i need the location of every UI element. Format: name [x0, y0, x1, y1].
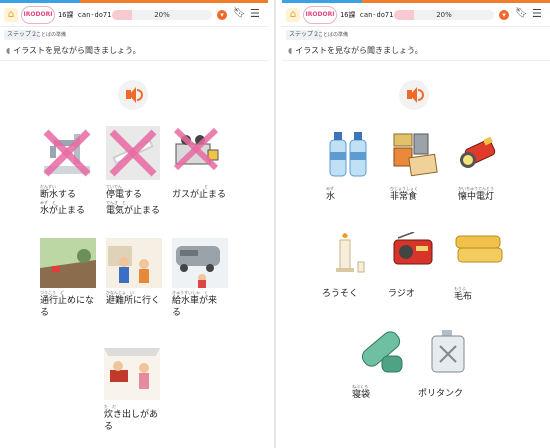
label-water-truck: きゅうすいしゃ く 給水車が来 る [172, 290, 218, 318]
step-sub: ことばの準備 [318, 32, 349, 38]
instruction: ◖ イラストを見ながら聞きましょう。 [288, 45, 423, 56]
step-bar: ステップ２ ことばの準備 [0, 28, 268, 42]
illust-power-outage[interactable] [106, 126, 160, 180]
progress-text: 20% [436, 11, 452, 19]
lesson-title: 16課 can-do71 [340, 11, 394, 19]
app-header: ⌂ IRODORI 16課 can-do71 20% ▾ 🔖︎ ☰ [282, 3, 550, 27]
label-water-stop: だんすい 断水する みず と 水が止まる [40, 184, 86, 216]
home-icon[interactable]: ⌂ [286, 8, 300, 22]
step-label: ステップ２ [4, 30, 41, 40]
illust-water-truck[interactable] [172, 238, 228, 288]
step-sub: ことばの準備 [36, 32, 67, 38]
lesson-title: 16課 can-do71 [58, 11, 112, 19]
label-radio: ラジオ [388, 289, 415, 299]
step-label: ステップ２ [286, 30, 323, 40]
instruction: ◖ イラストを見ながら聞きましょう。 [6, 45, 141, 56]
illust-evacuation[interactable] [106, 238, 162, 288]
bookmark-icon[interactable]: 🔖︎ [515, 8, 528, 19]
label-emergency-food: ひじょうしょく 非常食 [390, 186, 418, 202]
label-gas-stop: と ガスが止まる [172, 184, 227, 200]
speaker-button[interactable] [118, 80, 148, 110]
menu-icon[interactable]: ☰ [250, 7, 260, 20]
illust-water[interactable] [326, 130, 372, 178]
illust-sleeping-bag[interactable] [354, 326, 408, 380]
ear-icon: ◖ [6, 46, 11, 55]
label-water-tank: ポリタンク [418, 389, 464, 399]
irodori-logo: IRODORI [303, 6, 337, 24]
bookmark-icon[interactable]: 🔖︎ [233, 8, 246, 19]
illust-radio[interactable] [390, 232, 436, 268]
label-power-outage: ていでん 停電する でんき と 電気が止まる [106, 184, 161, 216]
hint-icon[interactable]: ▾ [217, 10, 227, 20]
illust-water-stop[interactable] [40, 126, 94, 180]
step-bar: ステップ２ ことばの準備 [282, 28, 550, 42]
illust-flashlight[interactable] [458, 130, 504, 176]
ear-icon: ◖ [288, 46, 293, 55]
label-soup-kitchen: た だ 炊き出しがあ る [104, 404, 159, 432]
illust-candle[interactable] [332, 230, 368, 276]
illust-emergency-food[interactable] [390, 130, 440, 178]
app-header: ⌂ IRODORI 16課 can-do71 20% ▾ 🔖︎ ☰ [0, 3, 268, 27]
instruction-text: イラストを見ながら聞きましょう。 [13, 46, 141, 55]
pane-divider [274, 0, 276, 448]
label-road-closed: つうこう ど 通行止めにな る [40, 290, 95, 318]
progress-bar: 20% [394, 10, 494, 20]
progress-bar: 20% [112, 10, 212, 20]
hint-icon[interactable]: ▾ [499, 10, 509, 20]
illust-blanket[interactable] [454, 234, 504, 266]
illust-gas-stop[interactable] [172, 126, 222, 176]
irodori-logo: IRODORI [21, 6, 55, 24]
illust-road-closed[interactable] [40, 238, 96, 288]
right-screen: ⌂ IRODORI 16課 can-do71 20% ▾ 🔖︎ ☰ ステップ２ … [282, 0, 550, 448]
illust-water-tank[interactable] [428, 328, 468, 374]
label-water: みず 水 [326, 186, 336, 202]
speaker-button[interactable] [399, 80, 429, 110]
label-blanket: もうふ 毛布 [454, 286, 473, 302]
label-evacuation: ひなんじょ い 避難所に行く [106, 290, 161, 306]
label-flashlight: かいちゅうでんとう 懐中電灯 [458, 186, 495, 202]
illust-soup-kitchen[interactable] [104, 348, 160, 400]
label-candle: ろうそく [322, 289, 359, 299]
instruction-text: イラストを見ながら聞きましょう。 [295, 46, 423, 55]
progress-text: 20% [154, 11, 170, 19]
home-icon[interactable]: ⌂ [4, 8, 18, 22]
left-screen: ⌂ IRODORI 16課 can-do71 20% ▾ 🔖︎ ☰ ステップ２ … [0, 0, 268, 448]
menu-icon[interactable]: ☰ [532, 7, 542, 20]
label-sleeping-bag: ねぶくろ 寝袋 [352, 384, 371, 400]
